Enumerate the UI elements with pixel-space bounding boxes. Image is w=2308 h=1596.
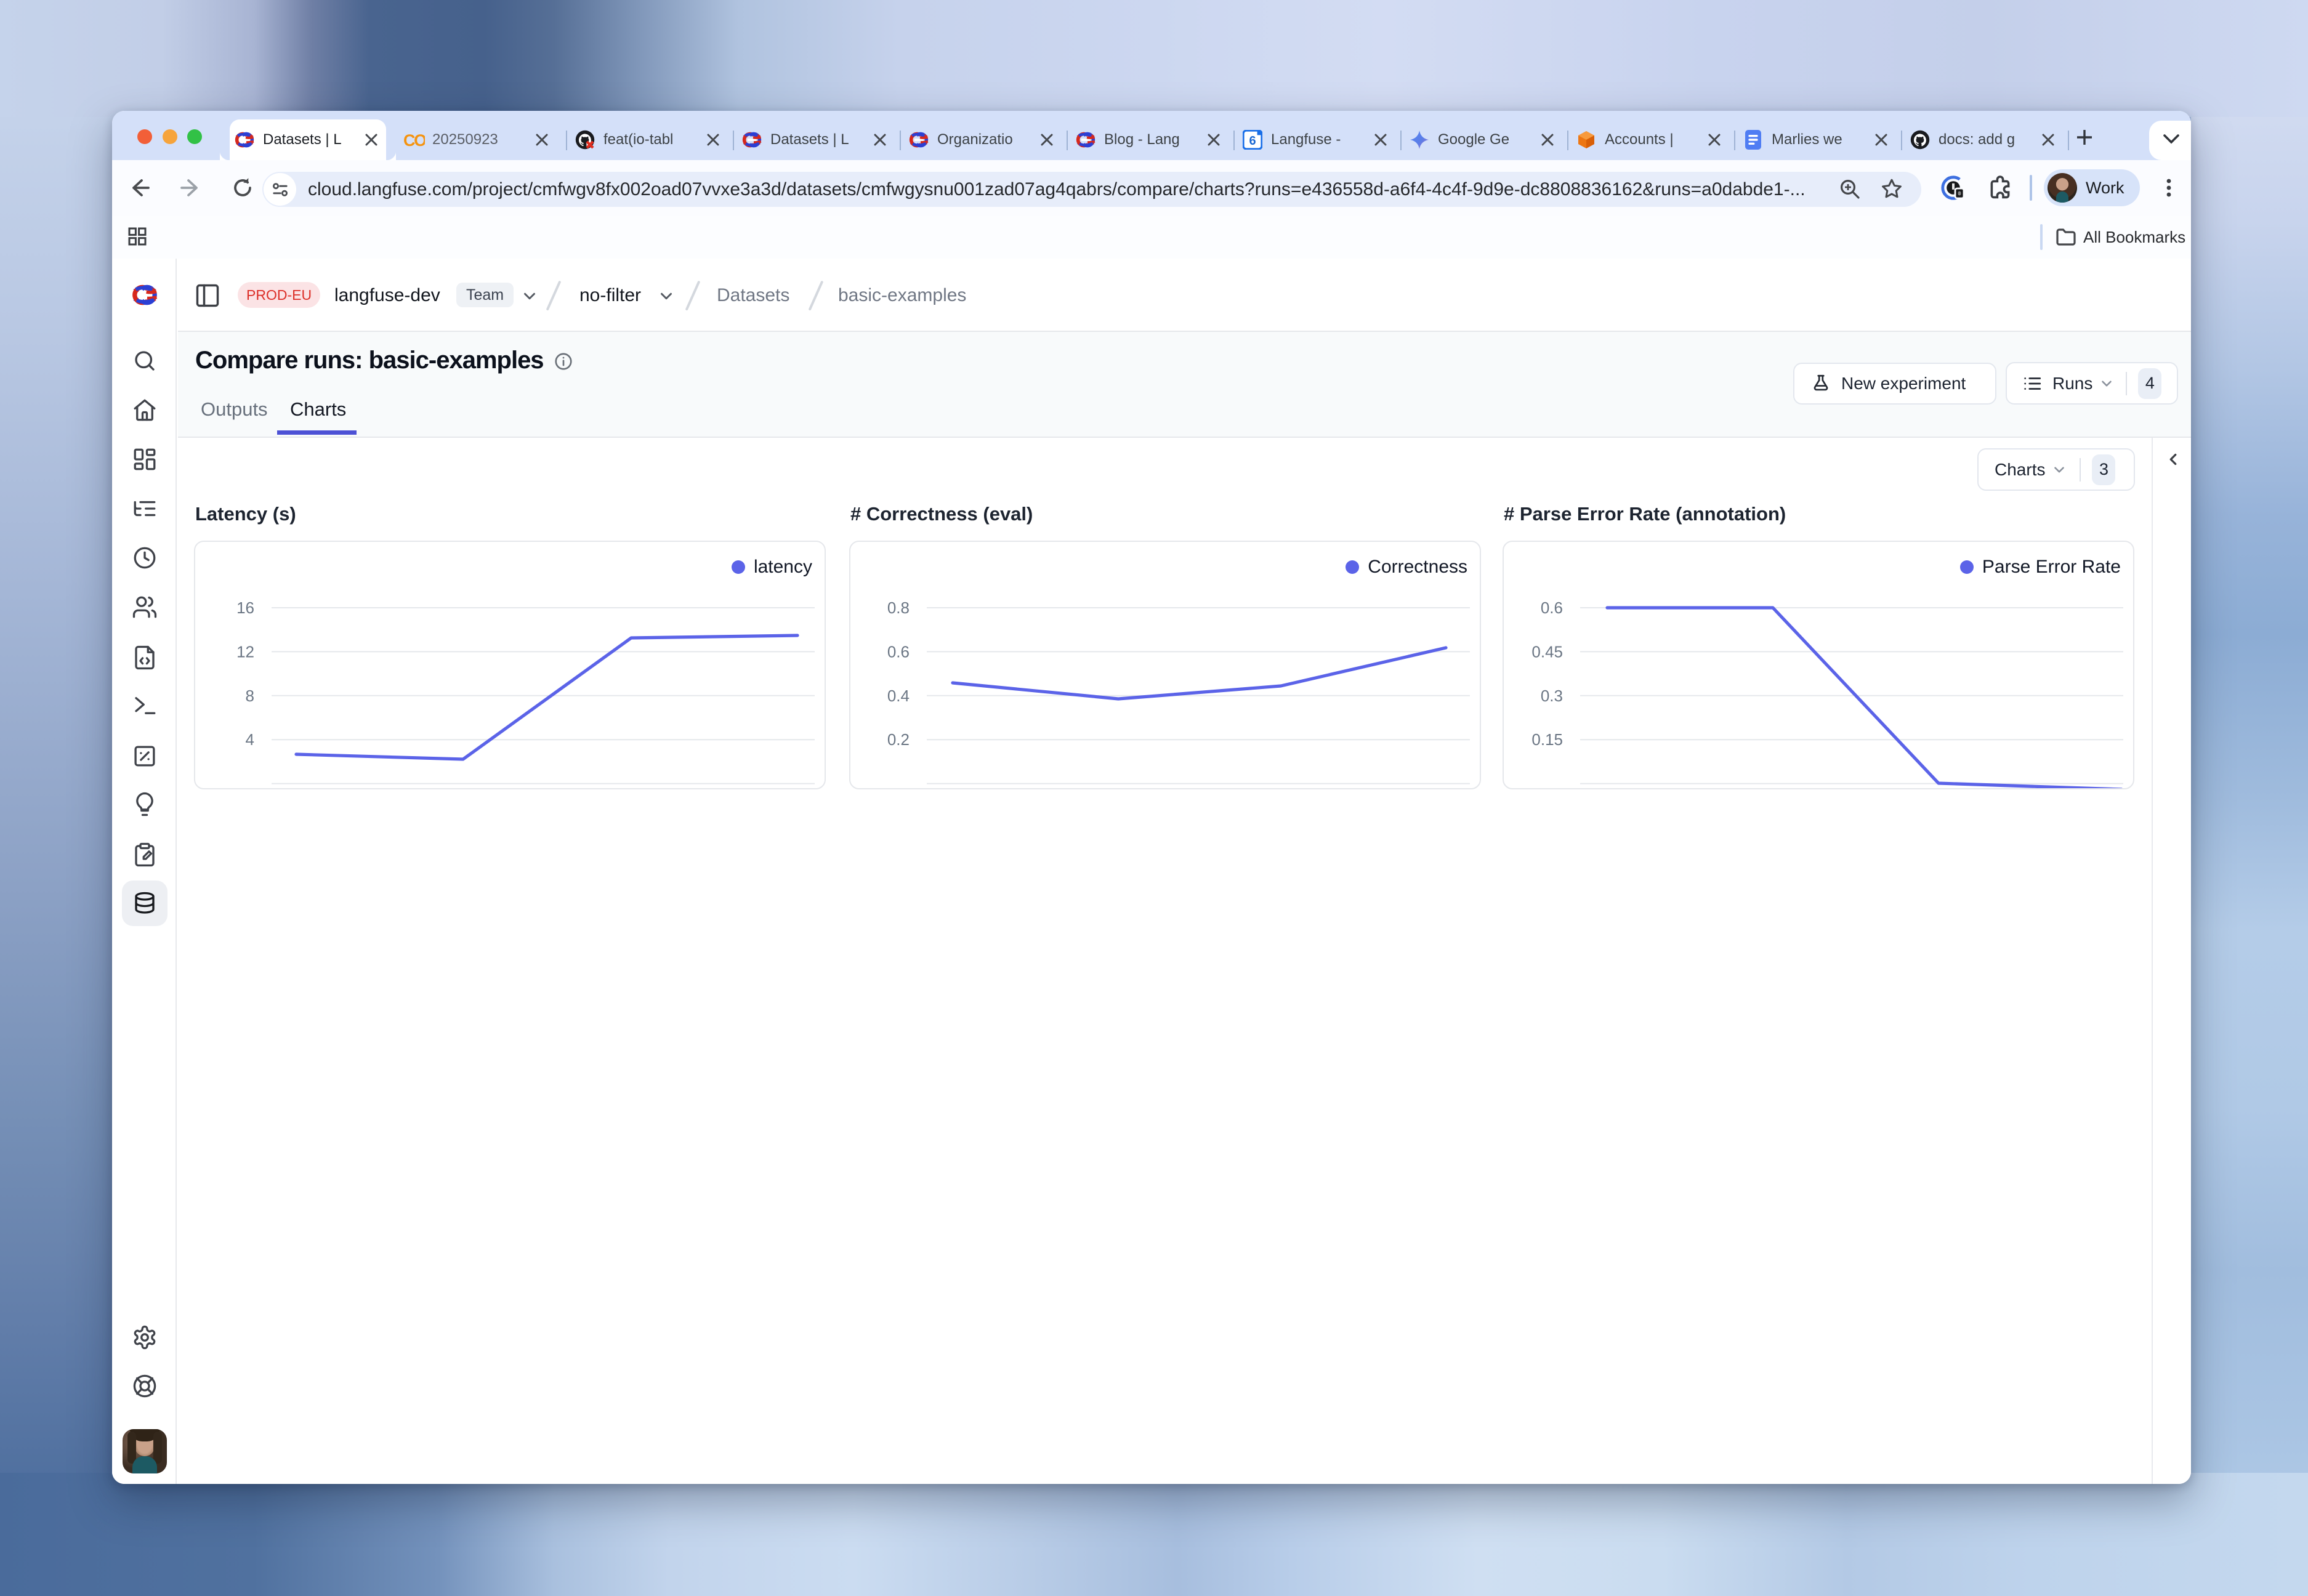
svg-text:4: 4 (246, 730, 254, 749)
svg-text:8: 8 (246, 687, 254, 705)
svg-text:12: 12 (236, 642, 254, 661)
svg-text:6: 6 (1249, 134, 1256, 148)
svg-text:0.3: 0.3 (1541, 687, 1563, 705)
svg-text:0.2: 0.2 (887, 730, 910, 749)
svg-text:0.45: 0.45 (1531, 642, 1563, 661)
svg-text:0.6: 0.6 (1541, 598, 1563, 617)
svg-text:16: 16 (236, 598, 254, 617)
svg-text:0.4: 0.4 (887, 687, 910, 705)
svg-text:0.15: 0.15 (1531, 730, 1563, 749)
svg-text:0.6: 0.6 (887, 642, 910, 661)
svg-text:0.8: 0.8 (887, 598, 910, 617)
svg-text:CO: CO (404, 131, 425, 150)
